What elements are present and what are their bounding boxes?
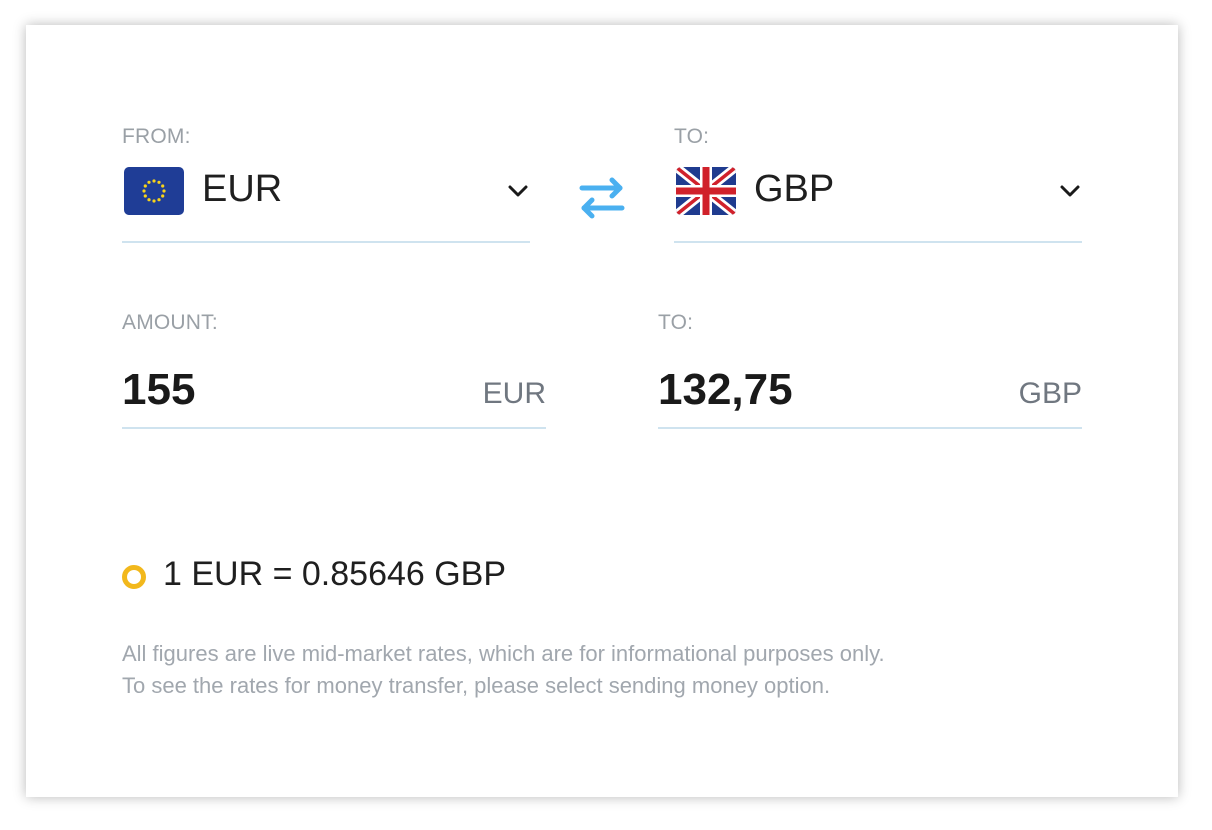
exchange-rate-text: 1 EUR = 0.85646 GBP: [163, 555, 507, 593]
to-currency-value: GBP: [754, 168, 835, 210]
result-label: TO:: [658, 311, 694, 334]
amount-label: AMOUNT:: [122, 311, 218, 334]
swap-arrows-icon: [576, 177, 628, 228]
from-currency-value: EUR: [202, 168, 283, 210]
amount-field[interactable]: EUR: [122, 365, 546, 429]
amount-unit: EUR: [482, 377, 546, 410]
disclaimer-line-2: To see the rates for money transfer, ple…: [122, 673, 831, 698]
from-label: FROM:: [122, 125, 191, 148]
result-field[interactable]: GBP: [658, 365, 1082, 429]
chevron-down-icon[interactable]: [1058, 183, 1082, 199]
to-currency-select[interactable]: GBP: [674, 165, 1082, 243]
disclaimer-note: All figures are live mid-market rates, w…: [122, 638, 885, 702]
result-input[interactable]: [658, 365, 958, 415]
result-unit: GBP: [1018, 377, 1082, 410]
chevron-down-icon[interactable]: [506, 183, 530, 199]
uk-flag-icon: [676, 167, 736, 215]
from-currency-select[interactable]: EUR: [122, 165, 530, 243]
amount-input[interactable]: [122, 365, 422, 415]
disclaimer-line-1: All figures are live mid-market rates, w…: [122, 641, 885, 666]
to-label: TO:: [674, 125, 710, 148]
swap-currencies-button[interactable]: [576, 172, 628, 224]
currency-converter-card: FROM: EUR TO: GBP AMOUNT: 155 EUR TO: 13…: [26, 25, 1178, 797]
rate-indicator-icon: [122, 565, 146, 589]
eu-flag-icon: [124, 167, 184, 215]
